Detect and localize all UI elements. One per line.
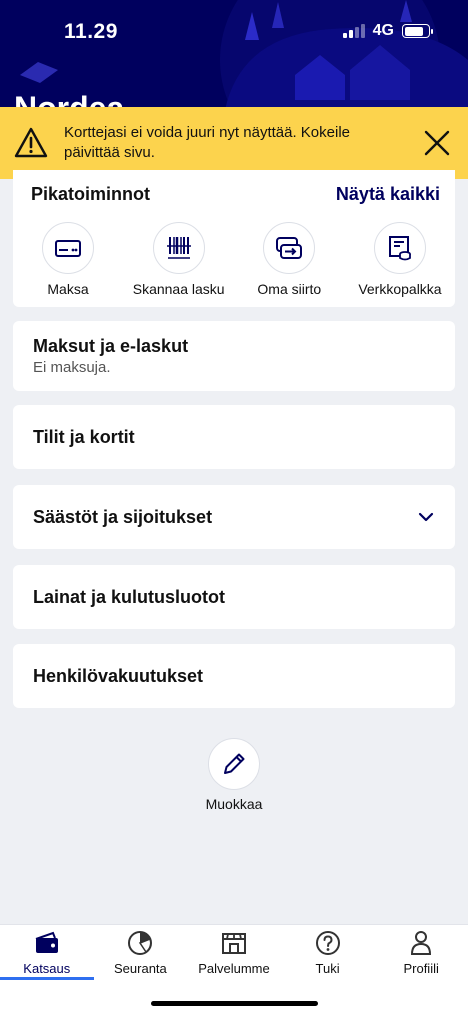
section-title: Lainat ja kulutusluotot: [33, 586, 225, 607]
section-title: Henkilövakuutukset: [33, 665, 204, 686]
section-accounts-cards[interactable]: Tilit ja kortit: [13, 405, 455, 469]
tab-label: Katsaus: [23, 961, 71, 976]
show-all-link[interactable]: Näytä kaikki: [336, 184, 440, 205]
edit-button[interactable]: Muokkaa: [184, 738, 284, 812]
tab-profile[interactable]: Profiili: [374, 925, 468, 981]
network-type: 4G: [372, 22, 394, 39]
warning-icon: [14, 127, 48, 158]
section-title: Maksut ja e-laskut: [33, 336, 189, 356]
tab-label: Profiili: [403, 961, 439, 976]
quick-action-label: Oma siirto: [257, 281, 322, 297]
quick-action-scan-bill[interactable]: Skannaa lasku: [124, 222, 234, 297]
tab-label: Seuranta: [114, 961, 167, 976]
section-insurance[interactable]: Henkilövakuutukset: [13, 644, 455, 708]
wallet-icon: [35, 931, 58, 953]
tab-overview[interactable]: Katsaus: [0, 925, 94, 981]
quick-actions-title: Pikatoiminnot: [31, 184, 151, 204]
card-icon: [55, 240, 81, 257]
section-savings-investments[interactable]: Säästöt ja sijoitukset: [13, 485, 455, 549]
payslip-icon: [388, 236, 411, 261]
tab-label: Palvelumme: [198, 961, 270, 976]
pencil-icon: [224, 753, 245, 774]
section-title: Säästöt ja sijoitukset: [33, 506, 213, 527]
pie-chart-icon: [128, 931, 153, 955]
status-indicators: 4G: [342, 22, 433, 40]
quick-action-label: Maksa: [47, 281, 89, 297]
tab-support[interactable]: Tuki: [281, 925, 375, 981]
chevron-down-icon[interactable]: [417, 508, 435, 526]
tab-tracking[interactable]: Seuranta: [94, 925, 188, 981]
section-loans[interactable]: Lainat ja kulutusluotot: [13, 565, 455, 629]
section-subtitle: Ei maksuja.: [33, 359, 111, 376]
battery-icon: [402, 24, 433, 38]
person-icon: [411, 931, 432, 955]
status-time: 11.29: [64, 20, 118, 43]
barcode-icon: [166, 237, 191, 259]
quick-action-pay[interactable]: Maksa: [13, 222, 123, 297]
quick-action-label: Skannaa lasku: [132, 281, 225, 297]
quick-action-label: Verkkopalkka: [358, 281, 442, 297]
section-payments[interactable]: Maksut ja e-laskut Ei maksuja.: [13, 321, 455, 391]
error-banner: Korttejasi ei voida juuri nyt näyttää. K…: [0, 107, 468, 179]
bottom-tab-bar: Katsaus Seuranta Palvelumme Tuki Profiil…: [0, 924, 468, 1015]
help-icon: [315, 931, 340, 955]
tab-label: Tuki: [315, 961, 340, 976]
edit-label: Muokkaa: [205, 796, 263, 812]
home-indicator: [151, 1001, 318, 1006]
app-header: 11.29 4G Nordea: [0, 0, 468, 110]
tab-services[interactable]: Palvelumme: [187, 925, 281, 981]
store-icon: [221, 933, 246, 954]
transfer-icon: [276, 237, 303, 259]
quick-actions-card: Pikatoiminnot Näytä kaikki Maksa Skannaa…: [13, 170, 455, 307]
banner-message: Korttejasi ei voida juuri nyt näyttää. K…: [64, 124, 350, 161]
section-title: Tilit ja kortit: [33, 426, 135, 447]
quick-action-payslip[interactable]: Verkkopalkka: [345, 222, 455, 297]
active-tab-indicator: [0, 977, 94, 980]
signal-icon: [342, 24, 365, 38]
quick-action-own-transfer[interactable]: Oma siirto: [234, 222, 344, 297]
close-icon[interactable]: [422, 128, 452, 158]
